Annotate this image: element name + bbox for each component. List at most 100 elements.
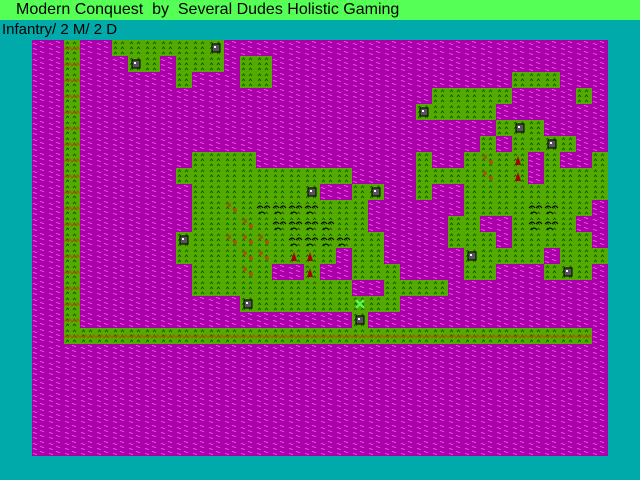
land-tile[interactable] — [544, 72, 560, 88]
land-tile[interactable] — [224, 216, 240, 232]
land-tile[interactable] — [432, 88, 448, 104]
land-tile[interactable] — [320, 200, 336, 216]
hills-tile[interactable] — [288, 216, 304, 232]
land-tile[interactable] — [128, 40, 144, 56]
land-tile[interactable] — [224, 280, 240, 296]
road-tile[interactable] — [431, 328, 449, 344]
land-tile[interactable] — [240, 280, 256, 296]
hills-tile[interactable] — [320, 232, 336, 248]
road-tile[interactable] — [63, 264, 81, 280]
land-tile[interactable] — [320, 248, 336, 264]
road-tile[interactable] — [399, 328, 417, 344]
land-tile[interactable] — [176, 72, 192, 88]
hills-tile[interactable] — [544, 216, 560, 232]
land-tile[interactable] — [528, 136, 544, 152]
land-tile[interactable] — [512, 216, 528, 232]
hills-tile[interactable] — [304, 200, 320, 216]
land-tile[interactable] — [288, 168, 304, 184]
land-tile[interactable] — [208, 216, 224, 232]
land-tile[interactable] — [368, 296, 384, 312]
land-tile[interactable] — [256, 216, 272, 232]
forest-tile[interactable] — [240, 264, 256, 280]
land-tile[interactable] — [272, 248, 288, 264]
land-tile[interactable] — [432, 104, 448, 120]
land-tile[interactable] — [528, 120, 544, 136]
land-tile[interactable] — [464, 88, 480, 104]
land-tile[interactable] — [560, 184, 576, 200]
land-tile[interactable] — [496, 168, 512, 184]
land-tile[interactable] — [448, 232, 464, 248]
road-tile[interactable] — [63, 56, 81, 72]
land-tile[interactable] — [448, 104, 464, 120]
land-tile[interactable] — [192, 232, 208, 248]
land-tile[interactable] — [576, 184, 592, 200]
city-tile[interactable] — [560, 264, 576, 280]
land-tile[interactable] — [544, 168, 560, 184]
land-tile[interactable] — [224, 248, 240, 264]
city-tile[interactable] — [368, 184, 384, 200]
land-tile[interactable] — [240, 184, 256, 200]
land-tile[interactable] — [336, 168, 352, 184]
city-tile[interactable] — [128, 56, 144, 72]
land-tile[interactable] — [352, 200, 368, 216]
road-tile[interactable] — [415, 328, 433, 344]
land-tile[interactable] — [304, 168, 320, 184]
land-tile[interactable] — [240, 152, 256, 168]
land-tile[interactable] — [176, 248, 192, 264]
land-tile[interactable] — [464, 264, 480, 280]
road-tile[interactable] — [63, 280, 81, 296]
land-tile[interactable] — [192, 248, 208, 264]
road-tile[interactable] — [63, 216, 81, 232]
land-tile[interactable] — [592, 184, 608, 200]
road-tile[interactable] — [543, 328, 561, 344]
forest-tile[interactable] — [480, 168, 496, 184]
road-tile[interactable] — [63, 200, 81, 216]
land-tile[interactable] — [464, 152, 480, 168]
road-tile[interactable] — [63, 296, 81, 312]
land-tile[interactable] — [560, 248, 576, 264]
land-tile[interactable] — [240, 200, 256, 216]
road-tile[interactable] — [447, 328, 465, 344]
hills-tile[interactable] — [272, 216, 288, 232]
mountain-tile[interactable] — [512, 152, 528, 168]
road-tile[interactable] — [63, 152, 81, 168]
land-tile[interactable] — [160, 40, 176, 56]
land-tile[interactable] — [272, 296, 288, 312]
land-tile[interactable] — [208, 200, 224, 216]
city-tile[interactable] — [464, 248, 480, 264]
city-tile[interactable] — [544, 136, 560, 152]
land-tile[interactable] — [496, 200, 512, 216]
land-tile[interactable] — [240, 168, 256, 184]
road-tile[interactable] — [63, 328, 81, 344]
land-tile[interactable] — [384, 280, 400, 296]
land-tile[interactable] — [320, 168, 336, 184]
land-tile[interactable] — [480, 184, 496, 200]
land-tile[interactable] — [304, 296, 320, 312]
road-tile[interactable] — [127, 328, 145, 344]
land-tile[interactable] — [256, 264, 272, 280]
land-tile[interactable] — [576, 88, 592, 104]
land-tile[interactable] — [192, 56, 208, 72]
road-tile[interactable] — [79, 328, 97, 344]
land-tile[interactable] — [576, 168, 592, 184]
road-tile[interactable] — [495, 328, 513, 344]
land-tile[interactable] — [480, 200, 496, 216]
city-tile[interactable] — [176, 232, 192, 248]
land-tile[interactable] — [192, 152, 208, 168]
land-tile[interactable] — [464, 184, 480, 200]
road-tile[interactable] — [95, 328, 113, 344]
land-tile[interactable] — [432, 168, 448, 184]
land-tile[interactable] — [112, 40, 128, 56]
land-tile[interactable] — [208, 280, 224, 296]
land-tile[interactable] — [448, 216, 464, 232]
land-tile[interactable] — [208, 232, 224, 248]
road-tile[interactable] — [575, 328, 593, 344]
land-tile[interactable] — [208, 152, 224, 168]
land-tile[interactable] — [544, 184, 560, 200]
land-tile[interactable] — [256, 56, 272, 72]
hills-tile[interactable] — [256, 200, 272, 216]
land-tile[interactable] — [208, 264, 224, 280]
mountain-tile[interactable] — [288, 248, 304, 264]
land-tile[interactable] — [192, 200, 208, 216]
land-tile[interactable] — [480, 264, 496, 280]
